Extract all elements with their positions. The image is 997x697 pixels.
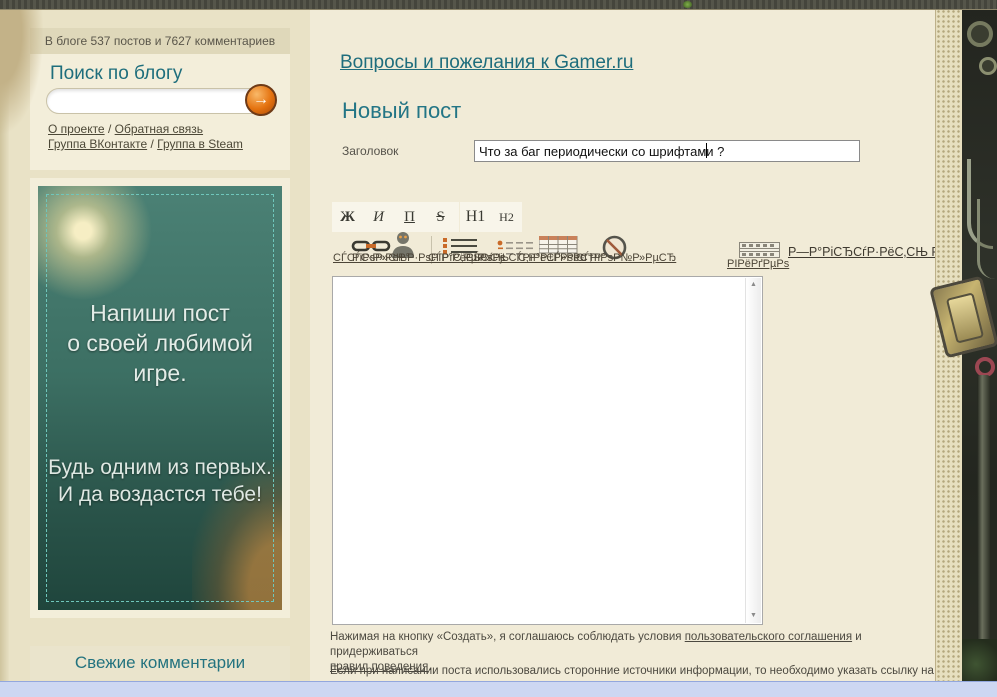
video-tool-label[interactable]: РІРёРґРµРѕ xyxy=(727,258,789,270)
sidebar-link-feedback[interactable]: Обратная связь xyxy=(115,122,203,136)
bottom-scrollbar-bar[interactable] xyxy=(0,681,997,697)
italic-button[interactable]: И xyxy=(363,209,394,226)
spoiler-tool-label[interactable]: СЃРїРѕР№Р»РµСЂ xyxy=(576,252,676,264)
bold-button[interactable]: Ж xyxy=(332,209,363,226)
banner-headline: Напиши пост о своей любимой игре. xyxy=(38,298,282,388)
top-decorative-strip xyxy=(0,0,997,10)
heading2-button[interactable]: H2 xyxy=(491,210,522,225)
banner-dashed-border xyxy=(46,194,274,602)
sidebar-link-vk[interactable]: Группа ВКонтакте xyxy=(48,137,147,151)
scroll-down-icon[interactable]: ▼ xyxy=(746,609,761,623)
sources-note: Если при написании поста использовались … xyxy=(330,665,960,677)
fresh-comments-heading: Свежие комментарии xyxy=(30,646,290,680)
underline-button[interactable]: П xyxy=(394,209,425,226)
link-separator: / xyxy=(105,122,115,136)
post-title-input[interactable] xyxy=(474,140,860,162)
right-decorative-artwork xyxy=(935,9,997,681)
page-title: Новый пост xyxy=(342,98,461,124)
arrow-right-icon: → xyxy=(253,91,269,108)
link-icon[interactable] xyxy=(351,238,392,253)
strikethrough-button[interactable]: S xyxy=(425,209,456,226)
user-agreement-link[interactable]: пользовательского соглашения xyxy=(685,631,852,643)
heading1-button[interactable]: H1 xyxy=(460,208,491,226)
search-title: Поиск по блогу xyxy=(50,63,182,85)
post-title-label: Заголовок xyxy=(342,144,398,158)
video-icon[interactable] xyxy=(739,242,780,258)
sidebar-links: О проекте / Обратная связь Группа ВКонта… xyxy=(48,122,284,152)
pipe-decoration xyxy=(977,375,990,649)
blog-title-link[interactable]: Вопросы и пожелания к Gamer.ru xyxy=(340,52,633,74)
banner-subline: Будь одним из первых. И да воздастся теб… xyxy=(38,454,282,508)
search-submit-button[interactable]: → xyxy=(245,84,277,116)
gear-icon xyxy=(979,57,997,75)
promo-banner[interactable]: Напиши пост о своей любимой игре. Будь о… xyxy=(38,186,282,610)
format-toolbar-group-2: H1 H2 xyxy=(460,202,522,232)
scroll-up-icon[interactable]: ▲ xyxy=(746,278,761,292)
text-cursor xyxy=(706,143,707,158)
search-input[interactable] xyxy=(46,88,264,114)
sidebar-link-steam[interactable]: Группа в Steam xyxy=(157,137,243,151)
link-separator: / xyxy=(147,137,157,151)
parchment-corner-decoration xyxy=(0,6,44,136)
post-body-textarea[interactable]: ▲ ▼ xyxy=(332,276,763,625)
valve-wheel-decoration xyxy=(975,357,995,377)
green-dot-decoration xyxy=(683,1,692,8)
gear-icon xyxy=(967,21,993,47)
sidebar-link-about[interactable]: О проекте xyxy=(48,122,105,136)
blog-stats-bar: В блоге 537 постов и 7627 комментариев xyxy=(30,28,290,54)
pipe-decoration xyxy=(977,199,995,279)
agreement-text: Нажимая на кнопку «Создать», я соглашаюс… xyxy=(330,631,685,643)
vertical-scrollbar[interactable]: ▲ ▼ xyxy=(745,278,761,623)
foliage-decoration xyxy=(962,639,997,681)
format-toolbar-group-1: Ж И П S xyxy=(332,202,459,232)
